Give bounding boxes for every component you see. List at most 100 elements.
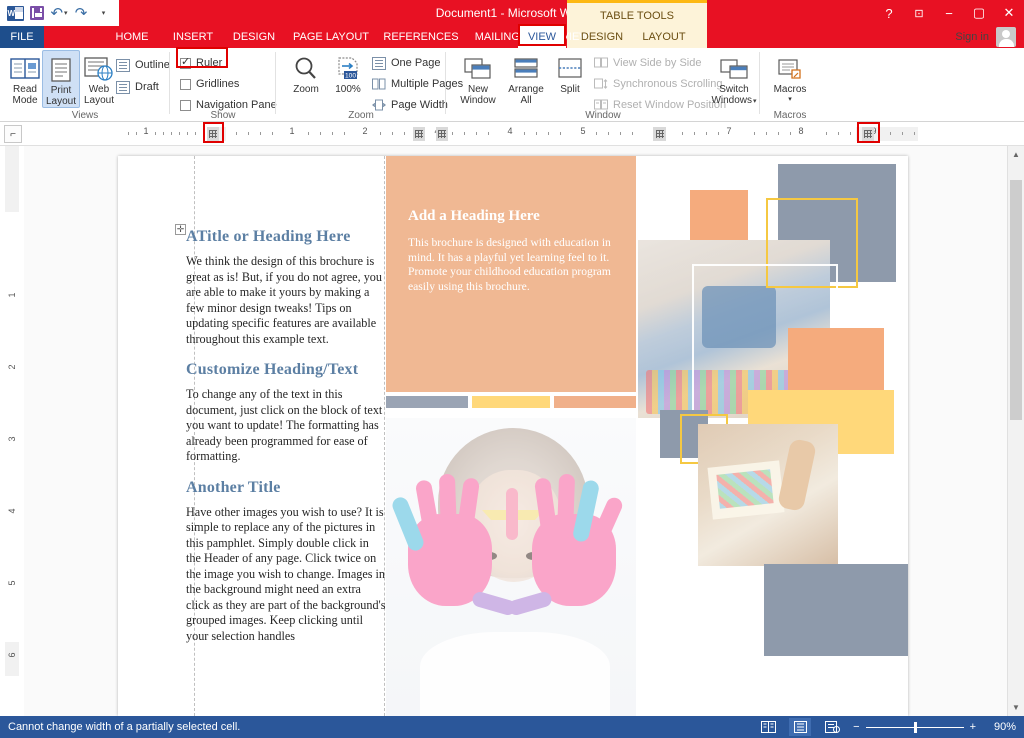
read-mode-button[interactable]: Read Mode bbox=[6, 50, 44, 106]
zoom-slider[interactable]: − + bbox=[853, 721, 976, 733]
checkbox-icon[interactable] bbox=[180, 56, 191, 69]
checkbox-icon[interactable] bbox=[180, 99, 191, 111]
horizontal-ruler[interactable]: ⌐ 1 1 2 4 4 5 7 8 bbox=[0, 122, 1024, 146]
table-column-marker[interactable] bbox=[413, 127, 425, 141]
switch-windows-label-line2: Windows bbox=[711, 95, 753, 106]
web-layout-view-icon[interactable] bbox=[821, 718, 843, 736]
heading-customize: Customize Heading/Text bbox=[186, 361, 359, 378]
vruler-number: 3 bbox=[7, 436, 17, 442]
scroll-up-arrow-icon[interactable]: ▲ bbox=[1008, 146, 1024, 163]
web-layout-button[interactable]: Web Layout bbox=[80, 50, 118, 106]
zoom-100-label: 100% bbox=[335, 84, 361, 95]
zoom-slider-thumb[interactable] bbox=[913, 721, 917, 733]
sign-in-area[interactable]: Sign in bbox=[955, 27, 1016, 47]
one-page-button[interactable]: One Page bbox=[372, 54, 441, 72]
synchronous-scrolling-icon bbox=[594, 78, 608, 91]
peach-heading-block[interactable]: Add a Heading Here This brochure is desi… bbox=[386, 156, 636, 392]
zoom-level-label[interactable]: 90% bbox=[986, 721, 1016, 733]
synchronous-scrolling-button[interactable]: Synchronous Scrolling bbox=[594, 75, 722, 93]
paragraph-3: Have other images you wish to use? It is… bbox=[186, 504, 386, 643]
arrange-all-button[interactable]: Arrange All bbox=[502, 50, 550, 106]
tab-table-layout[interactable]: LAYOUT bbox=[634, 26, 694, 48]
new-window-button[interactable]: New Window bbox=[454, 50, 502, 106]
tab-stop-selector-button[interactable]: ⌐ bbox=[4, 125, 22, 143]
read-mode-label-line2: Mode bbox=[12, 95, 38, 106]
print-layout-view-icon[interactable] bbox=[789, 718, 812, 736]
draft-button[interactable]: Draft bbox=[116, 78, 159, 96]
photo-child-painted-hands[interactable] bbox=[386, 418, 636, 716]
ruler-label: Ruler bbox=[196, 57, 223, 69]
tab-file[interactable]: FILE bbox=[0, 26, 44, 48]
view-side-by-side-icon bbox=[594, 57, 608, 70]
tab-insert[interactable]: INSERT bbox=[168, 26, 218, 48]
view-side-by-side-button[interactable]: View Side by Side bbox=[594, 54, 701, 72]
avatar[interactable] bbox=[996, 27, 1016, 47]
macros-button[interactable]: Macros ▾ bbox=[768, 50, 812, 105]
new-window-icon bbox=[454, 50, 502, 82]
group-label-zoom: Zoom bbox=[348, 110, 374, 121]
read-mode-icon bbox=[6, 50, 44, 82]
ribbon-display-options-icon[interactable]: ⊡ bbox=[904, 0, 934, 26]
tab-home[interactable]: HOME bbox=[108, 26, 156, 48]
zoom-button[interactable]: Zoom bbox=[284, 50, 328, 95]
vruler-number: 5 bbox=[7, 580, 17, 586]
brochure-text-column[interactable]: ATitle or Heading Here We think the desi… bbox=[186, 228, 386, 658]
vruler-number: 4 bbox=[7, 508, 17, 514]
outline-label: Outline bbox=[135, 59, 170, 71]
ribbon-group-zoom: Zoom 100 100% One Page Multiple Pages Pa… bbox=[276, 48, 463, 122]
outline-button[interactable]: Outline bbox=[116, 56, 170, 74]
close-icon[interactable]: ✕ bbox=[994, 0, 1024, 26]
vertical-scrollbar[interactable]: ▲ ▼ bbox=[1007, 146, 1024, 716]
split-button[interactable]: Split bbox=[550, 50, 590, 95]
chevron-down-icon[interactable]: ▾ bbox=[768, 94, 812, 105]
tab-view[interactable]: VIEW bbox=[518, 26, 566, 48]
read-mode-view-icon[interactable] bbox=[757, 718, 779, 736]
gridlines-checkbox[interactable]: Gridlines bbox=[180, 75, 239, 93]
table-move-handle-icon[interactable]: ✛ bbox=[175, 224, 186, 235]
vruler-number: 6 bbox=[7, 652, 17, 658]
chevron-down-icon[interactable]: ▾ bbox=[753, 98, 757, 105]
switch-windows-button[interactable]: Switch Windows▾ bbox=[708, 50, 760, 107]
photo-collage[interactable] bbox=[638, 158, 908, 716]
table-column-marker[interactable] bbox=[654, 127, 666, 141]
print-layout-label-line1: Print bbox=[50, 85, 72, 96]
minimize-icon[interactable]: − bbox=[934, 0, 964, 26]
checkbox-icon[interactable] bbox=[180, 78, 191, 90]
tab-table-design[interactable]: DESIGN bbox=[572, 26, 632, 48]
help-icon[interactable]: ? bbox=[874, 0, 904, 26]
zoom-100-button[interactable]: 100 100% bbox=[328, 50, 368, 95]
table-column-marker[interactable] bbox=[862, 127, 874, 141]
photo-children-drawing bbox=[698, 424, 838, 566]
document-page[interactable]: ✛ ATitle or Heading Here We think the de… bbox=[118, 156, 908, 716]
ruler-number: 7 bbox=[726, 126, 732, 136]
tab-design[interactable]: DESIGN bbox=[228, 26, 280, 48]
vertical-ruler[interactable]: 1 2 3 4 5 6 bbox=[0, 146, 24, 736]
macros-icon bbox=[768, 50, 812, 82]
vruler-number: 2 bbox=[7, 364, 17, 370]
zoom-in-button[interactable]: + bbox=[970, 721, 976, 733]
zoom-out-button[interactable]: − bbox=[853, 721, 859, 733]
svg-text:100: 100 bbox=[345, 72, 356, 79]
ribbon-group-show: Ruler Gridlines Navigation Pane Show bbox=[170, 48, 277, 122]
tab-references[interactable]: REFERENCES bbox=[382, 26, 460, 48]
ruler-checkbox[interactable]: Ruler bbox=[180, 54, 222, 72]
print-layout-button[interactable]: Print Layout bbox=[42, 50, 80, 108]
maximize-icon[interactable]: ▢ bbox=[964, 0, 994, 26]
new-window-label-line2: Window bbox=[460, 95, 496, 106]
tab-page-layout[interactable]: PAGE LAYOUT bbox=[290, 26, 372, 48]
table-column-marker[interactable] bbox=[436, 127, 448, 141]
vruler-number: 1 bbox=[7, 292, 17, 298]
accent-color-bars bbox=[386, 396, 636, 408]
word-window: ↶▾ ↷ ▾ Document1 - Microsoft Word TABLE … bbox=[0, 0, 1024, 738]
zoom-slider-track[interactable] bbox=[865, 721, 964, 733]
document-canvas[interactable]: ✛ ATitle or Heading Here We think the de… bbox=[24, 146, 1024, 716]
scroll-down-arrow-icon[interactable]: ▼ bbox=[1008, 699, 1024, 716]
sign-in-label[interactable]: Sign in bbox=[955, 31, 989, 43]
scrollbar-thumb[interactable] bbox=[1010, 180, 1022, 420]
group-label-show: Show bbox=[210, 110, 236, 121]
ruler-number: 4 bbox=[507, 126, 513, 136]
split-icon bbox=[550, 50, 590, 82]
ribbon: Read Mode Print Layout Web Layout Outlin… bbox=[0, 48, 1024, 122]
table-column-marker[interactable] bbox=[207, 127, 219, 141]
ribbon-group-views: Read Mode Print Layout Web Layout Outlin… bbox=[0, 48, 170, 122]
